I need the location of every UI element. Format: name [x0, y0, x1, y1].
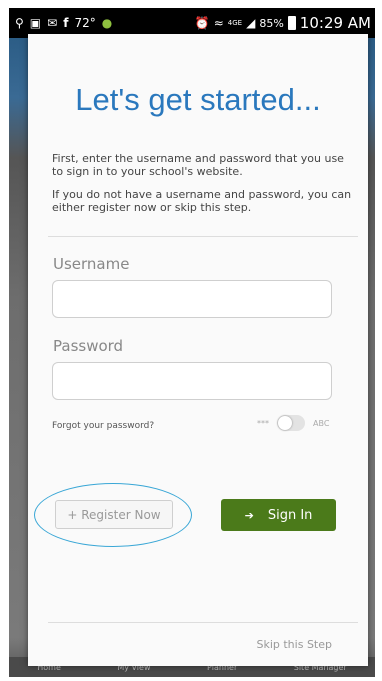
- sign-in-label: Sign In: [267, 507, 313, 523]
- wifi-icon: ≈: [213, 16, 224, 30]
- temperature-text: 72°: [74, 16, 96, 30]
- password-visibility-toggle-group: *** ABC: [257, 415, 329, 431]
- search-notification-icon: ⚲: [15, 16, 24, 30]
- battery-icon: [287, 16, 296, 30]
- username-input[interactable]: [52, 280, 332, 318]
- modal-title: Let's get started...: [75, 82, 321, 117]
- facebook-icon: f: [63, 16, 69, 30]
- forgot-password-link[interactable]: Forgot your password?: [52, 421, 154, 431]
- password-label: Password: [53, 337, 124, 355]
- toggle-knob: [278, 416, 292, 430]
- password-visibility-toggle[interactable]: [277, 415, 305, 431]
- network-text: 4GE: [227, 19, 243, 27]
- sign-in-button[interactable]: ➔ Sign In: [221, 499, 336, 531]
- register-now-button[interactable]: + Register Now: [55, 500, 173, 529]
- image-notification-icon: ▣: [29, 16, 42, 30]
- intro-paragraph-1: First, enter the username and password t…: [52, 152, 344, 178]
- battery-percent-text: 85%: [259, 16, 284, 30]
- mail-icon: ✉: [47, 16, 58, 30]
- intro-paragraph-2: If you do not have a username and passwo…: [52, 188, 352, 214]
- divider-top: [48, 236, 358, 237]
- clock-text: 10:29 AM: [299, 14, 371, 32]
- skip-step-link[interactable]: Skip this Step: [256, 638, 332, 651]
- alarm-icon: ⏰: [194, 16, 210, 30]
- visible-password-label: ABC: [313, 418, 330, 428]
- hidden-password-label: ***: [257, 418, 269, 428]
- divider-bottom: [48, 622, 358, 623]
- signal-icon: ◢: [246, 16, 256, 30]
- phone-screen: ⚲ ▣ ✉ f 72° ● ⏰ ≈ 4GE ◢ 85% 10:29 AM Hom…: [9, 8, 375, 677]
- arrow-right-icon: ➔: [244, 508, 254, 522]
- password-input[interactable]: [52, 362, 332, 400]
- username-label: Username: [53, 255, 130, 273]
- login-modal: Let's get started... First, enter the us…: [28, 34, 368, 666]
- intro-text: First, enter the username and password t…: [52, 152, 352, 224]
- android-icon: ●: [101, 16, 113, 30]
